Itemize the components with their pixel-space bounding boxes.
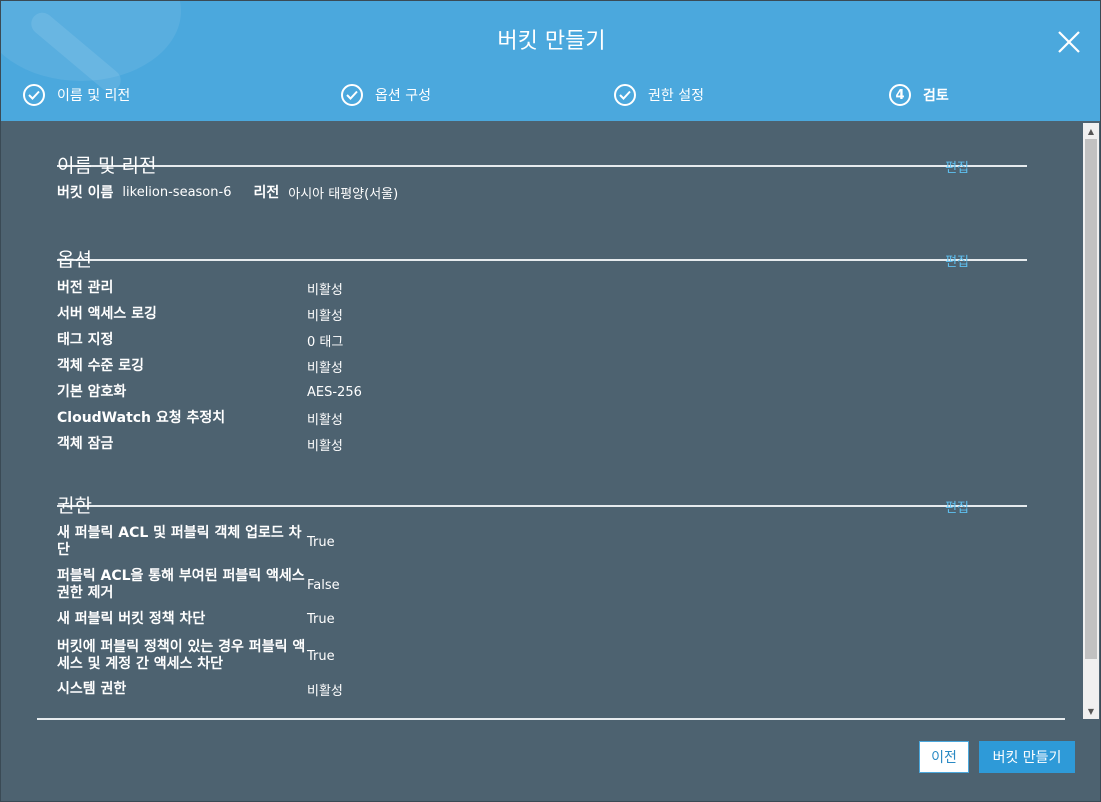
option-value: 비활성 — [307, 308, 343, 324]
permission-value: True — [307, 611, 335, 627]
list-item: 퍼블릭 ACL을 통해 부여된 퍼블릭 액세스 권한 제거 False — [57, 565, 1027, 605]
permission-key: 새 퍼블릭 ACL 및 퍼블릭 객체 업로드 차단 — [57, 525, 302, 558]
step-label: 검토 — [923, 88, 949, 104]
section-permissions: 권한 편집 새 퍼블릭 ACL 및 퍼블릭 객체 업로드 차단 True 퍼블릭… — [57, 461, 1027, 702]
step-label: 옵션 구성 — [375, 88, 431, 104]
dialog-title: 버킷 만들기 — [497, 29, 606, 54]
step-label: 권한 설정 — [648, 88, 704, 104]
option-key: 기본 암호화 — [57, 383, 127, 400]
list-item: 버전 관리 비활성 — [57, 275, 1027, 301]
permission-value: True — [307, 648, 335, 664]
footer-divider — [37, 718, 1065, 720]
list-item: 태그 지정 0 태그 — [57, 327, 1027, 353]
bucket-name-region-row: 버킷 이름 likelion-season-6 리전 아시아 태평양(서울) — [57, 167, 1027, 207]
step-review[interactable]: 4 검토 — [889, 79, 949, 111]
option-value: 비활성 — [307, 438, 343, 454]
step-name-region[interactable]: 이름 및 리전 — [23, 79, 130, 111]
permission-value: 비활성 — [307, 683, 343, 699]
edit-name-region-link[interactable]: 편집 — [945, 157, 969, 176]
check-circle-icon — [614, 84, 636, 106]
list-item: 시스템 권한 비활성 — [57, 676, 1027, 702]
region-value: 아시아 태평양(서울) — [288, 186, 399, 202]
check-circle-icon — [341, 84, 363, 106]
section-options: 옵션 편집 버전 관리 비활성 서버 액세스 로깅 비활성 태그 지정 0 태그… — [57, 215, 1027, 457]
dialog-header: 버킷 만들기 이름 및 리전 옵션 구성 권한 설정 4 검토 — [1, 1, 1100, 121]
create-bucket-button[interactable]: 버킷 만들기 — [979, 741, 1075, 773]
option-key: 태그 지정 — [57, 331, 114, 348]
option-key: CloudWatch 요청 추정치 — [57, 409, 226, 426]
region-label: 리전 — [253, 185, 280, 201]
list-item: 새 퍼블릭 ACL 및 퍼블릭 객체 업로드 차단 True — [57, 522, 1027, 562]
check-circle-icon — [23, 84, 45, 106]
scroll-thumb[interactable] — [1085, 139, 1097, 659]
review-content[interactable]: 이름 및 리전 편집 버킷 이름 likelion-season-6 리전 아시… — [37, 121, 1065, 719]
list-item: 객체 잠금 비활성 — [57, 431, 1027, 457]
create-bucket-dialog: 버킷 만들기 이름 및 리전 옵션 구성 권한 설정 4 검토 이름 및 리전 … — [0, 0, 1101, 802]
permissions-list: 새 퍼블릭 ACL 및 퍼블릭 객체 업로드 차단 True 퍼블릭 ACL을 … — [57, 507, 1027, 702]
section-header: 권한 편집 — [57, 461, 1027, 517]
list-item: 객체 수준 로깅 비활성 — [57, 353, 1027, 379]
step-permissions[interactable]: 권한 설정 — [614, 79, 704, 111]
permission-key: 새 퍼블릭 버킷 정책 차단 — [57, 610, 206, 627]
section-header: 이름 및 리전 편집 — [57, 121, 1027, 177]
close-icon[interactable] — [1056, 29, 1082, 55]
option-key: 서버 액세스 로깅 — [57, 305, 157, 322]
option-value: 비활성 — [307, 282, 343, 298]
section-title: 이름 및 리전 — [57, 155, 157, 177]
scroll-down-arrow-icon[interactable]: ▼ — [1083, 704, 1099, 718]
list-item: 기본 암호화 AES-256 — [57, 379, 1027, 405]
option-key: 객체 수준 로깅 — [57, 357, 145, 374]
step-number-circle: 4 — [889, 84, 911, 106]
options-list: 버전 관리 비활성 서버 액세스 로깅 비활성 태그 지정 0 태그 객체 수준… — [57, 261, 1027, 457]
section-name-region: 이름 및 리전 편집 버킷 이름 likelion-season-6 리전 아시… — [57, 121, 1027, 207]
permission-key: 퍼블릭 ACL을 통해 부여된 퍼블릭 액세스 권한 제거 — [57, 568, 305, 601]
step-options[interactable]: 옵션 구성 — [341, 79, 431, 111]
permission-key: 버킷에 퍼블릭 정책이 있는 경우 퍼블릭 액세스 및 계정 간 액세스 차단 — [57, 639, 306, 672]
section-title: 옵션 — [57, 249, 92, 271]
option-value: 비활성 — [307, 360, 343, 376]
bucket-name-value: likelion-season-6 — [122, 184, 232, 200]
bucket-name-label: 버킷 이름 — [57, 185, 114, 201]
permission-value: False — [307, 577, 340, 593]
option-value: 비활성 — [307, 412, 343, 428]
permission-key: 시스템 권한 — [57, 680, 127, 697]
option-value: AES-256 — [307, 384, 362, 400]
option-key: 버전 관리 — [57, 279, 114, 296]
list-item: 새 퍼블릭 버킷 정책 차단 True — [57, 605, 1027, 633]
option-key: 객체 잠금 — [57, 435, 114, 452]
previous-button[interactable]: 이전 — [919, 741, 969, 773]
vertical-scrollbar[interactable]: ▲ ▼ — [1083, 123, 1099, 719]
list-item: CloudWatch 요청 추정치 비활성 — [57, 405, 1027, 431]
edit-permissions-link[interactable]: 편집 — [945, 497, 969, 516]
list-item: 버킷에 퍼블릭 정책이 있는 경우 퍼블릭 액세스 및 계정 간 액세스 차단 … — [57, 636, 1027, 676]
step-number: 4 — [895, 87, 905, 103]
option-value: 0 태그 — [307, 334, 344, 350]
step-label: 이름 및 리전 — [57, 88, 131, 104]
section-header: 옵션 편집 — [57, 215, 1027, 271]
section-title: 권한 — [57, 495, 92, 517]
edit-options-link[interactable]: 편집 — [945, 251, 969, 270]
scroll-up-arrow-icon[interactable]: ▲ — [1083, 124, 1099, 138]
list-item: 서버 액세스 로깅 비활성 — [57, 301, 1027, 327]
permission-value: True — [307, 534, 335, 550]
wizard-steps: 이름 및 리전 옵션 구성 권한 설정 4 검토 — [1, 79, 1100, 111]
